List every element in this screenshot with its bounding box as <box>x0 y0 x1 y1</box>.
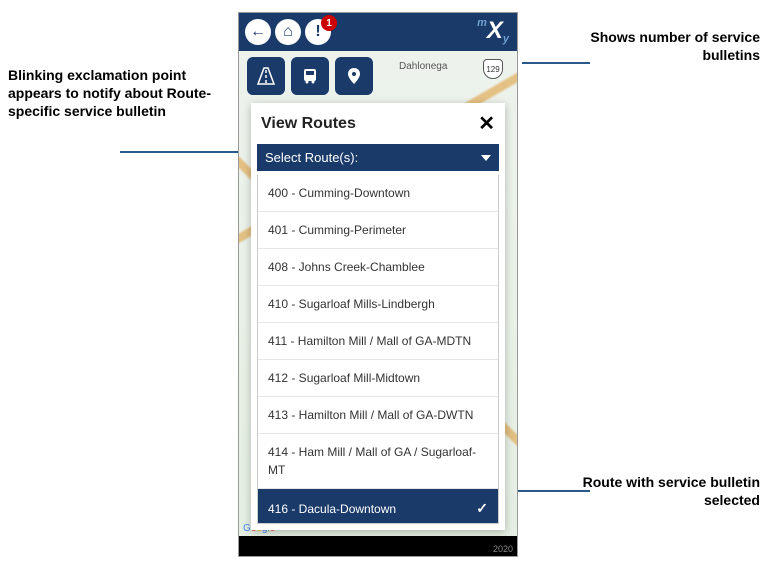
brand-logo: mXy <box>477 17 509 45</box>
bus-icon <box>300 66 320 86</box>
copyright-year: 2020 <box>493 544 513 554</box>
route-item[interactable]: 400 - Cumming-Downtown <box>258 175 498 212</box>
mode-toolbar <box>247 57 373 95</box>
route-label: 408 - Johns Creek-Chamblee <box>268 258 425 276</box>
map-city-label: Dahlonega <box>399 61 447 72</box>
map-pin-icon <box>344 66 364 86</box>
route-item[interactable]: 414 - Ham Mill / Mall of GA / Sugarloaf-… <box>258 434 498 489</box>
app-topbar: ← ⌂ ! 1 mXy <box>239 13 517 51</box>
annotation-selected-route: Route with service bulletin selected <box>580 473 760 509</box>
annotation-alert-icon: Blinking exclamation point appears to no… <box>8 66 223 121</box>
connector-line <box>518 490 590 492</box>
home-icon: ⌂ <box>283 23 293 41</box>
phone-screen: ← ⌂ ! 1 mXy Dahlonega 129 View Routes <box>238 12 518 557</box>
view-routes-panel: View Routes ✕ Select Route(s): 400 - Cum… <box>251 103 505 530</box>
alert-count-badge: 1 <box>321 15 337 31</box>
home-button[interactable]: ⌂ <box>275 19 301 45</box>
select-label: Select Route(s): <box>265 150 358 165</box>
exclamation-icon: ! <box>315 23 320 41</box>
route-item[interactable]: 408 - Johns Creek-Chamblee <box>258 249 498 286</box>
route-item[interactable]: 411 - Hamilton Mill / Mall of GA-MDTN <box>258 323 498 360</box>
panel-header: View Routes ✕ <box>251 103 505 144</box>
mode-location-button[interactable] <box>335 57 373 95</box>
route-label: 410 - Sugarloaf Mills-Lindbergh <box>268 295 435 313</box>
route-item[interactable]: 413 - Hamilton Mill / Mall of GA-DWTN <box>258 397 498 434</box>
route-item[interactable]: 412 - Sugarloaf Mill-Midtown <box>258 360 498 397</box>
route-label: 401 - Cumming-Perimeter <box>268 221 406 239</box>
alerts-button[interactable]: ! 1 <box>305 19 331 45</box>
route-select-dropdown[interactable]: Select Route(s): <box>257 144 499 171</box>
panel-title: View Routes <box>261 115 356 133</box>
brand-y: y <box>503 33 509 45</box>
close-button[interactable]: ✕ <box>478 111 495 136</box>
brand-x: X <box>487 17 503 44</box>
route-list[interactable]: 400 - Cumming-Downtown 401 - Cumming-Peri… <box>257 175 499 524</box>
mode-road-button[interactable] <box>247 57 285 95</box>
route-item[interactable]: 416 - Dacula-Downtown ✓ <box>258 489 498 524</box>
chevron-down-icon <box>481 155 491 161</box>
g-letter: G <box>243 523 251 534</box>
route-item[interactable]: 410 - Sugarloaf Mills-Lindbergh <box>258 286 498 323</box>
route-label: 412 - Sugarloaf Mill-Midtown <box>268 369 420 387</box>
connector-line <box>120 151 238 153</box>
connector-line <box>522 62 590 64</box>
route-label: 414 - Ham Mill / Mall of GA / Sugarloaf-… <box>268 443 488 479</box>
back-arrow-icon: ← <box>250 23 266 41</box>
route-label: 411 - Hamilton Mill / Mall of GA-MDTN <box>268 332 471 350</box>
annotation-badge-count: Shows number of service bulletins <box>580 28 760 64</box>
mode-bus-button[interactable] <box>291 57 329 95</box>
route-label: 400 - Cumming-Downtown <box>268 184 410 202</box>
route-item[interactable]: 401 - Cumming-Perimeter <box>258 212 498 249</box>
route-label: 416 - Dacula-Downtown <box>268 500 396 518</box>
road-icon <box>256 66 276 86</box>
back-button[interactable]: ← <box>245 19 271 45</box>
bottom-bar: 2020 <box>239 536 517 556</box>
checkmark-icon: ✓ <box>476 498 488 519</box>
brand-m: m <box>477 17 487 29</box>
highway-shield-icon: 129 <box>483 59 503 79</box>
route-label: 413 - Hamilton Mill / Mall of GA-DWTN <box>268 406 473 424</box>
